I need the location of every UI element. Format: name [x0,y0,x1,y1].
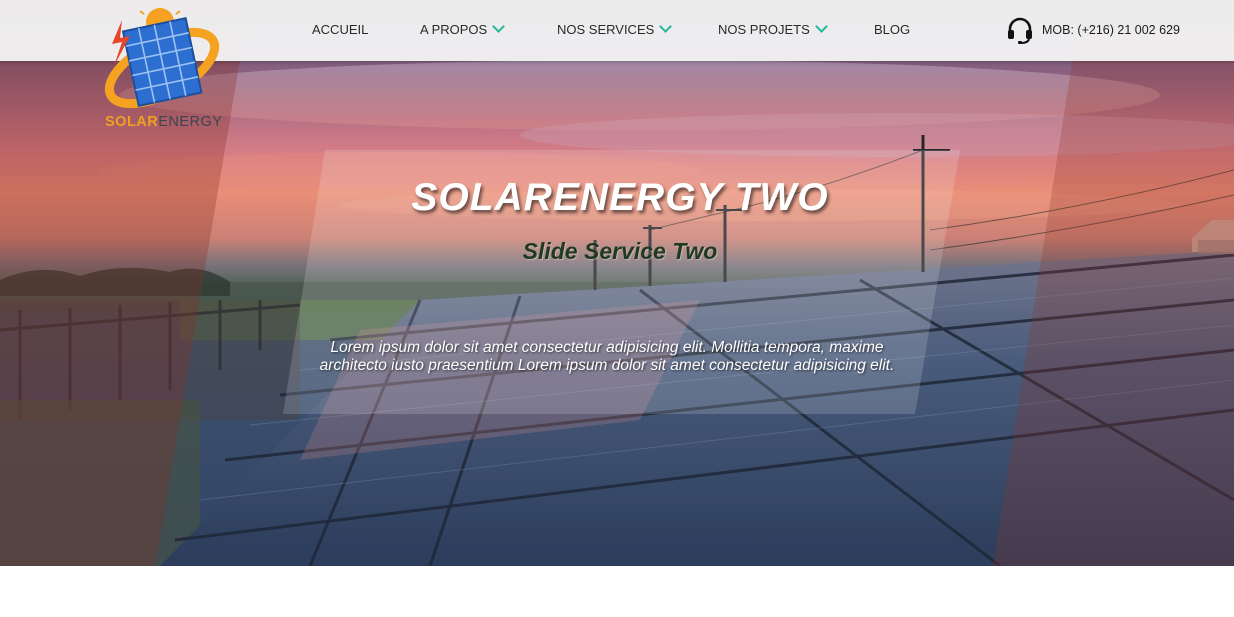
slide-title: SOLARENERGY TWO [411,176,829,219]
headset-icon [1008,17,1032,44]
logo-word-solar: SOLAR [105,114,159,130]
chevron-down-icon [492,20,506,33]
logo-word-energy: ENERGY [158,114,223,130]
nav-item-a-propos[interactable]: A PROPOS [420,20,506,37]
nav-item-accueil[interactable]: ACCUEIL [312,22,368,37]
chevron-down-icon [814,20,828,33]
nav-item-nos-projets[interactable]: NOS PROJETS [718,20,828,37]
solar-panel-logo-icon [104,2,220,109]
nav-item-label: NOS PROJETS [718,22,810,37]
nav-item-blog[interactable]: BLOG [874,22,910,37]
nav-item-label: ACCUEIL [312,22,369,37]
nav-item-label: A PROPOS [420,22,488,37]
nav-item-nos-services[interactable]: NOS SERVICES [557,20,673,37]
contact-phone-text: MOB: (+216) 21 002 629 [1042,23,1180,37]
chevron-down-icon [659,20,673,33]
nav-item-label: NOS SERVICES [557,22,655,37]
nav-item-label: BLOG [874,22,911,37]
logo-wordmark[interactable]: SOLARENERGY [105,114,223,130]
slide-description: Lorem ipsum dolor sit amet consectetur a… [319,339,895,374]
slide-subtitle: Slide Service Two [522,238,718,264]
